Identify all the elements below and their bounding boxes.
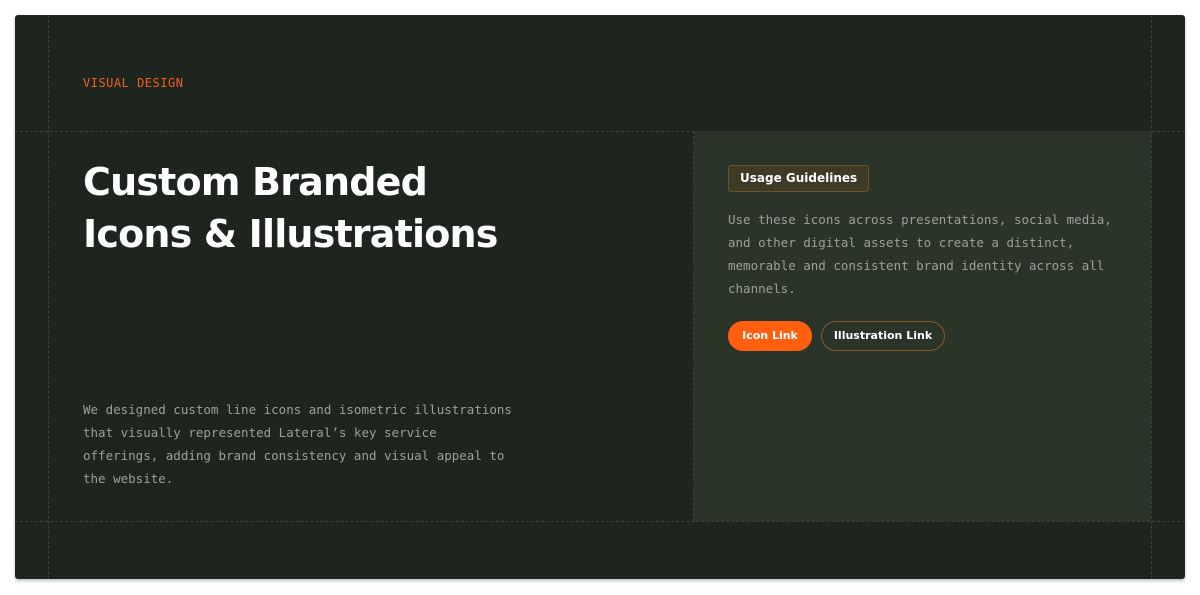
grid-line-left — [48, 15, 49, 579]
title-line-2: Icons & Illustrations — [83, 212, 498, 256]
usage-guidelines-badge: Usage Guidelines — [728, 165, 870, 192]
case-study-section: VISUAL DESIGN Custom Branded Icons & Ill… — [15, 15, 1185, 579]
grid-line-right — [1151, 15, 1152, 579]
section-title: Custom Branded Icons & Illustrations — [83, 156, 603, 260]
title-line-1: Custom Branded — [83, 160, 428, 204]
usage-guidelines-text: Use these icons across presentations, so… — [728, 212, 1112, 296]
usage-guidelines-panel: Usage Guidelines Use these icons across … — [694, 131, 1151, 521]
section-description: We designed custom line icons and isomet… — [83, 402, 512, 486]
icon-link-button[interactable]: Icon Link — [728, 321, 812, 351]
grid-line-bottom — [15, 521, 1185, 522]
section-eyebrow: VISUAL DESIGN — [83, 76, 184, 90]
illustration-link-button[interactable]: Illustration Link — [821, 321, 945, 351]
